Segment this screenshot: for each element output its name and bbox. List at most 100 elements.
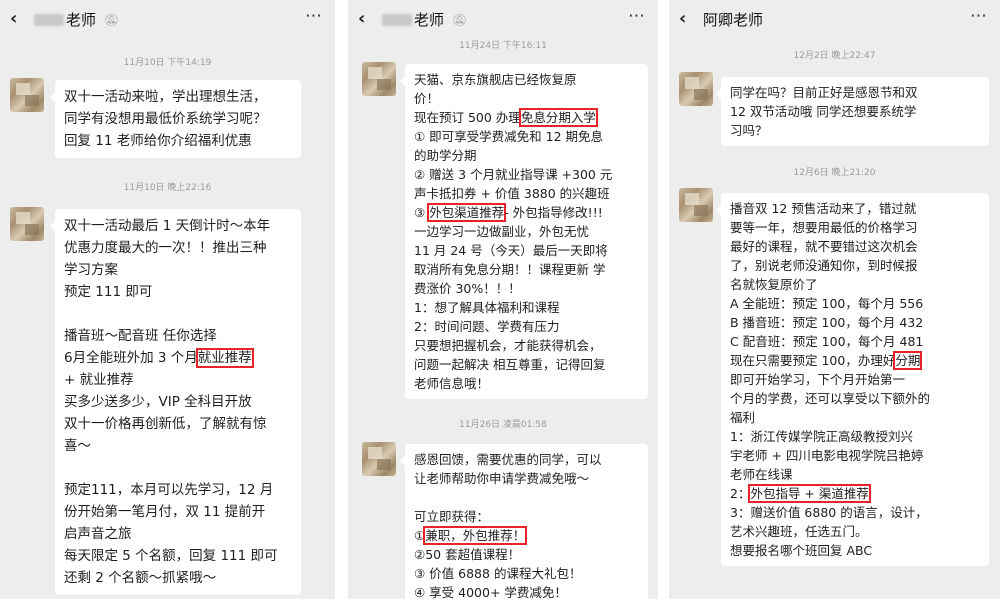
message-line: 现在只需要预定 100，办理好分期	[730, 351, 923, 370]
message-bubble[interactable]: 感恩回馈，需要优惠的同学，可以 让老师帮助你申请学费减免哦～ 可立即获得： ①兼…	[400, 444, 648, 599]
message-line: 份开始第一笔月付，双 11 提前开	[64, 504, 266, 520]
message-bubble[interactable]: 播音双 12 预售活动来了，错过就 要等一年，想要用最低的价格学习 最好的课程，…	[716, 193, 989, 566]
more-options-icon[interactable]: ⋯	[305, 6, 323, 26]
message-bubble[interactable]: 双十一活动来啦，学出理想生活， 同学有没想用最低价系统学习呢？ 回复 11 老师…	[50, 80, 301, 158]
message-line: 的助学分期	[414, 148, 477, 163]
chat-title: 老师 🔕︎	[382, 9, 467, 30]
message-line: B 播音班：预定 100，每个月 432	[730, 315, 924, 330]
message-line: ④ 享受 4000+ 学费减免！	[414, 585, 567, 599]
message-line: 11 月 24 号（今天）最后一天即将	[414, 243, 608, 258]
message-line: ③ 价值 6888 的课程大礼包！	[414, 566, 582, 581]
message-line: 每天限定 5 个名额，回复 111 即可	[64, 548, 278, 564]
avatar[interactable]	[362, 442, 396, 476]
chat-panel-right: ‹ 阿卿老师 ⋯ 12月2日 晚上22:47 同学在吗？目前正好是感恩节和双 1…	[669, 0, 1000, 599]
message-line: 宇老师 + 四川电影电视学院吕艳婷	[730, 448, 924, 463]
blurred-name	[34, 13, 64, 26]
message-line: 预定111，本月可以先学习，12 月	[64, 482, 274, 498]
back-arrow-icon[interactable]: ‹	[358, 8, 365, 29]
message-line: 声卡抵扣券 + 价值 3880 的兴趣班	[414, 186, 610, 201]
message-line: 只要想把握机会，才能获得机会，	[414, 338, 602, 353]
chat-title: 老师 🔕︎	[34, 9, 119, 30]
message-line: 启声音之旅	[64, 526, 132, 542]
message-line: 双十一价格再创新低，了解就有惊	[64, 416, 267, 432]
message-line: 可立即获得：	[414, 509, 490, 524]
message-line: 学习方案	[64, 262, 118, 278]
highlight-box: 外包渠道推荐	[427, 203, 507, 222]
message-line: 买多少送多少，VIP 全科目开放	[64, 394, 252, 410]
message-line: 让老师帮助你申请学费减免哦～	[414, 471, 590, 486]
message-line: 了，别说老师没通知你，到时候报	[730, 258, 918, 273]
message-timestamp: 12月2日 晚上22:47	[793, 51, 876, 61]
message-line: ③ 外包渠道推荐- 外包指导修改!!!	[414, 203, 603, 222]
message-timestamp: 11月10日 晚上22:16	[123, 183, 212, 193]
message-line: 老师信息哦！	[414, 376, 490, 391]
message-line: 3：赠送价值 6880 的语言，设计，	[730, 505, 928, 520]
message-line: 要等一年，想要用最低的价格学习	[730, 220, 918, 235]
avatar[interactable]	[362, 62, 396, 96]
message-line: 天猫、京东旗舰店已经恢复原	[414, 72, 577, 87]
message-line: 想要报名哪个班回复 ABC	[730, 543, 873, 558]
message-line: 福利	[730, 410, 756, 425]
message-line: 播音班～配音班 任你选择	[64, 328, 217, 344]
message-line: 双十一活动最后 1 天倒计时～本年	[64, 218, 271, 234]
highlight-box: 外包指导 + 渠道推荐	[748, 484, 871, 503]
message-line: 同学在吗？目前正好是感恩节和双	[730, 85, 918, 100]
message-line: 播音双 12 预售活动来了，错过就	[730, 201, 917, 216]
back-arrow-icon[interactable]: ‹	[679, 8, 686, 29]
chat-header: ‹ 老师 🔕︎ ⋯	[348, 0, 658, 40]
message-line: 6月全能班外加 3 个月就业推荐	[64, 348, 254, 368]
message-bubble[interactable]: 同学在吗？目前正好是感恩节和双 12 双节活动哦 同学还想要系统学 习吗？	[716, 77, 989, 146]
message-line: 名就恢复原价了	[730, 277, 818, 292]
highlight-box: 分期	[893, 351, 923, 370]
message-line: 感恩回馈，需要优惠的同学，可以	[414, 452, 602, 467]
message-line: 同学有没想用最低价系统学习呢？	[64, 111, 267, 127]
message-line: 问题一起解决 相互尊重，记得回复	[414, 357, 606, 372]
mute-bell-icon: 🔕︎	[104, 12, 120, 27]
message-timestamp: 11月24日 下午16:11	[459, 41, 547, 51]
message-line: + 就业推荐	[64, 372, 134, 388]
message-line: 费涨价 30%！！！	[414, 281, 521, 296]
message-line: 回复 11 老师给你介绍福利优惠	[64, 133, 252, 149]
message-line: A 全能班：预定 100，每个月 556	[730, 296, 924, 311]
message-line: 最好的课程，就不要错过这次机会	[730, 239, 918, 254]
more-options-icon[interactable]: ⋯	[628, 6, 646, 26]
chat-panel-middle: ‹ 老师 🔕︎ ⋯ 11月24日 下午16:11 天猫、京东旗舰店已经恢复原 价…	[348, 0, 658, 599]
avatar[interactable]	[10, 207, 44, 241]
message-line: 现在预订 500 办理免息分期入学	[414, 108, 598, 127]
message-line: 习吗？	[730, 123, 768, 138]
message-line: 取消所有免息分期！！课程更新 学	[414, 262, 606, 277]
avatar[interactable]	[679, 188, 713, 222]
message-line: 1：想了解具体福利和课程	[414, 300, 560, 315]
highlight-box: 免息分期入学	[518, 108, 598, 127]
message-timestamp: 11月10日 下午14:19	[123, 58, 212, 68]
message-line: 喜～	[64, 438, 91, 454]
highlight-box: 就业推荐	[195, 348, 254, 368]
avatar[interactable]	[10, 78, 44, 112]
message-line: 一边学习一边做副业，外包无忧	[414, 224, 590, 239]
message-line: 1：浙江传媒学院正高级教授刘兴	[730, 429, 913, 444]
message-line: ①兼职，外包推荐！	[414, 526, 528, 545]
back-arrow-icon[interactable]: ‹	[10, 8, 17, 29]
message-line: ②50 套超值课程！	[414, 547, 521, 562]
message-line: C 配音班：预定 100，每个月 481	[730, 334, 924, 349]
message-line: 预定 111 即可	[64, 284, 153, 300]
blurred-name	[382, 13, 412, 26]
message-line: 优惠力度最大的一次！！推出三种	[64, 240, 267, 256]
message-line: 2：时间问题、学费有压力	[414, 319, 560, 334]
chat-panel-left: ‹ 老师 🔕︎ ⋯ 11月10日 下午14:19 双十一活动来啦，学出理想生活，…	[0, 0, 335, 599]
message-line: 老师在线课	[730, 467, 793, 482]
message-bubble[interactable]: 双十一活动最后 1 天倒计时～本年 优惠力度最大的一次！！推出三种 学习方案 预…	[50, 209, 301, 595]
chat-title: 阿卿老师	[703, 11, 764, 29]
message-line: 个月的学费，还可以享受以下额外的	[730, 391, 931, 406]
message-line: 双十一活动来啦，学出理想生活，	[64, 89, 267, 105]
highlight-box: 兼职，外包推荐！	[423, 526, 528, 545]
avatar[interactable]	[679, 72, 713, 106]
message-line: ① 即可享受学费减免和 12 期免息	[414, 129, 604, 144]
chat-header: ‹ 阿卿老师 ⋯	[669, 0, 1000, 40]
message-line: ② 赠送 3 个月就业指导课 +300 元	[414, 167, 613, 182]
message-bubble[interactable]: 天猫、京东旗舰店已经恢复原 价！ 现在预订 500 办理免息分期入学 ① 即可享…	[400, 64, 648, 399]
more-options-icon[interactable]: ⋯	[970, 6, 988, 26]
